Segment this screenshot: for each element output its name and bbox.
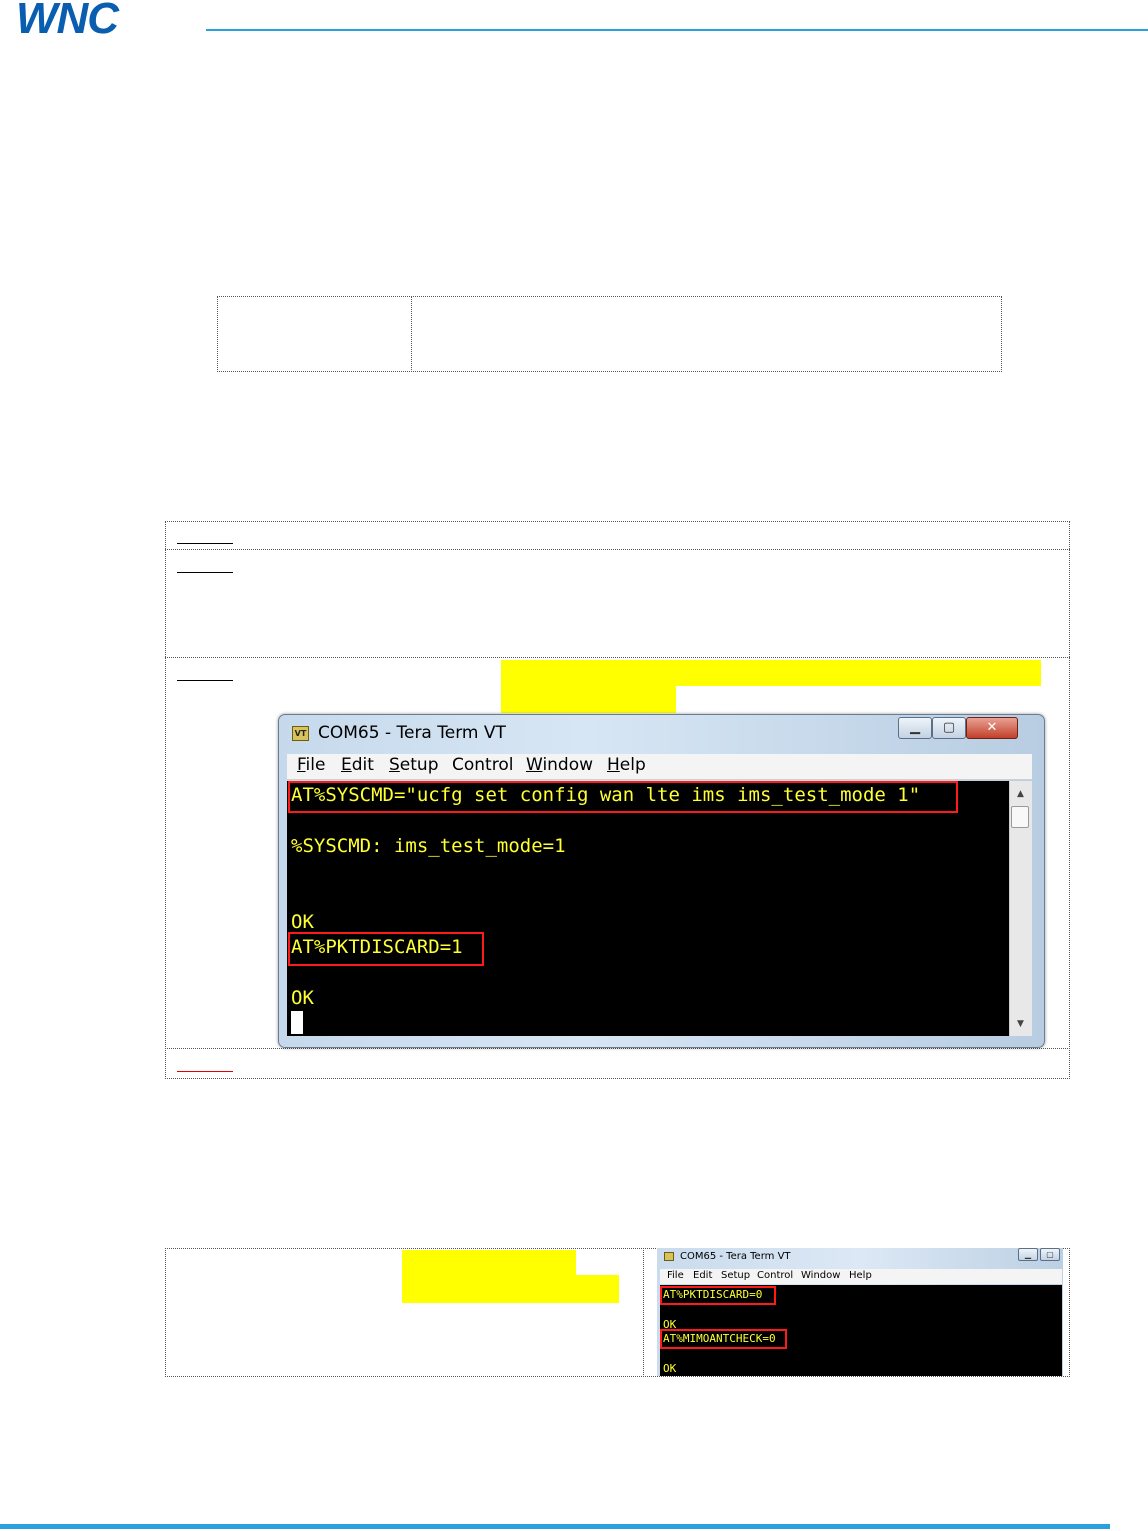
terminal-cursor xyxy=(291,1011,303,1034)
command-highlight-box xyxy=(660,1286,776,1305)
menu-label: elp xyxy=(619,755,646,775)
menu-mnemonic: H xyxy=(607,755,620,775)
menu-window[interactable]: Window xyxy=(526,755,593,775)
scroll-up-arrow-icon[interactable]: ▲ xyxy=(1009,784,1032,804)
note-table-divider xyxy=(643,1248,644,1377)
scrollbar-thumb[interactable] xyxy=(1011,806,1029,828)
menu-label: ile xyxy=(305,755,326,775)
terminal-line: OK xyxy=(291,987,314,1009)
scroll-down-arrow-icon[interactable]: ▼ xyxy=(1009,1014,1032,1034)
close-button[interactable]: ✕ xyxy=(966,717,1018,739)
command-highlight-box xyxy=(660,1329,787,1349)
menu-edit[interactable]: Edit xyxy=(341,755,374,775)
teraterm-app-icon xyxy=(664,1252,674,1261)
menu-edit[interactable]: Edit xyxy=(693,1270,712,1281)
menu-mnemonic: F xyxy=(297,755,306,775)
terminal-line: %SYSCMD: ims_test_mode=1 xyxy=(291,835,566,857)
menu-mnemonic: S xyxy=(389,755,400,775)
step-label-underline xyxy=(177,543,233,544)
maximize-button[interactable]: ▢ xyxy=(1040,1248,1060,1261)
menu-label: indow xyxy=(542,755,594,775)
menu-label: dit xyxy=(351,755,374,775)
terminal-screen[interactable] xyxy=(287,781,1009,1036)
minimize-button[interactable]: ▁ xyxy=(1018,1248,1038,1261)
maximize-button[interactable]: ▢ xyxy=(932,717,966,739)
footer-rule xyxy=(0,1524,1110,1529)
menu-file[interactable]: File xyxy=(297,755,325,775)
highlighted-text xyxy=(501,660,1041,686)
teraterm-app-icon: VT xyxy=(292,726,309,741)
command-highlight-box xyxy=(288,781,958,813)
wnc-logo: WNC xyxy=(16,0,121,38)
menu-mnemonic: W xyxy=(526,755,543,775)
svg-text:WNC: WNC xyxy=(16,0,120,38)
terminal-line: OK xyxy=(663,1362,677,1375)
step-label-underline xyxy=(177,572,233,573)
minimize-button[interactable]: ▁ xyxy=(898,717,932,739)
steps-row-divider xyxy=(165,657,1070,658)
menu-setup[interactable]: Setup xyxy=(389,755,439,775)
step-label-underline xyxy=(177,680,233,681)
menu-mnemonic: E xyxy=(341,755,352,775)
menu-mnemonic: C xyxy=(452,755,464,775)
note-label-underline xyxy=(177,1071,233,1072)
command-highlight-box xyxy=(288,932,484,966)
menu-setup[interactable]: Setup xyxy=(721,1270,750,1281)
menu-help[interactable]: Help xyxy=(849,1270,872,1281)
terminal-line: OK xyxy=(291,911,314,933)
menu-label: ontrol xyxy=(463,755,514,775)
menu-control[interactable]: Control xyxy=(452,755,513,775)
highlighted-text xyxy=(501,686,676,713)
highlighted-text xyxy=(402,1250,576,1275)
spec-table-divider xyxy=(411,296,412,372)
terminal-title: COM65 - Tera Term VT xyxy=(318,723,506,743)
steps-row-divider xyxy=(165,549,1070,550)
highlighted-text xyxy=(402,1275,619,1303)
menu-help[interactable]: Help xyxy=(607,755,646,775)
header-rule xyxy=(206,29,1148,31)
menu-label: etup xyxy=(399,755,439,775)
menu-window[interactable]: Window xyxy=(801,1270,840,1281)
spec-table xyxy=(217,296,1002,372)
steps-row-divider xyxy=(165,1048,1070,1049)
small-terminal-title: COM65 - Tera Term VT xyxy=(680,1251,791,1262)
menu-control[interactable]: Control xyxy=(757,1270,793,1281)
menu-file[interactable]: File xyxy=(667,1270,684,1281)
